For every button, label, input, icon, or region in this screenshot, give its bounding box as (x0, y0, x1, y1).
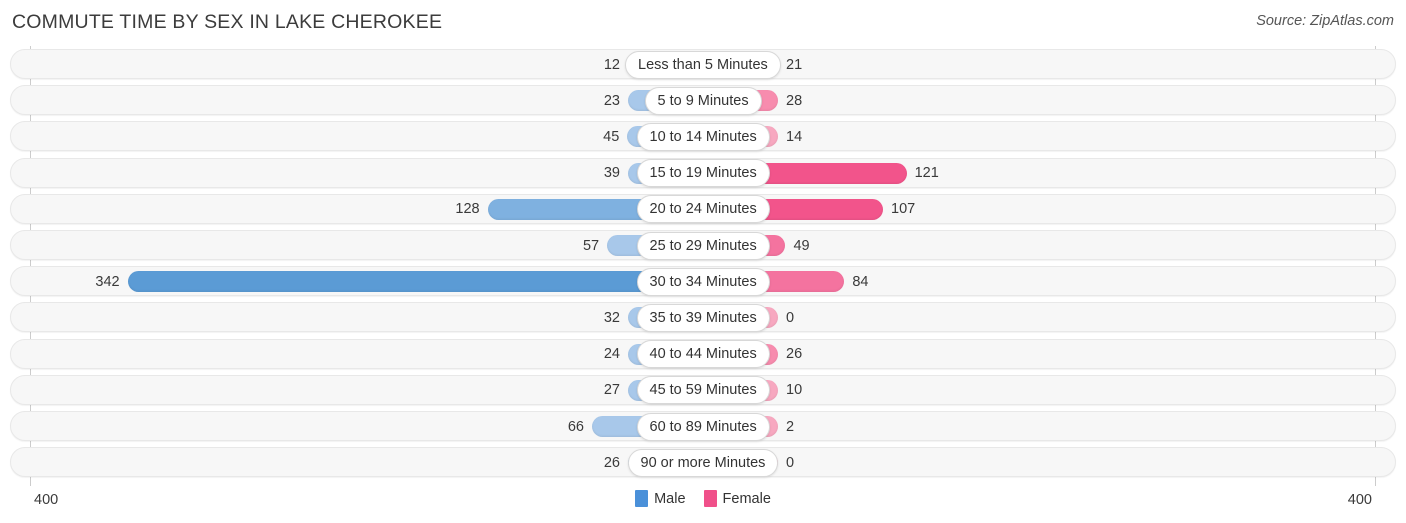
bar-row-category-label: 25 to 29 Minutes (636, 231, 770, 260)
bar-value-female: 2 (786, 418, 795, 435)
legend-label-female: Female (722, 490, 771, 507)
bar-row[interactable]: 23 28 5 to 9 Minutes (0, 82, 1406, 118)
bar-value-male: 26 (603, 454, 620, 471)
bar-value-male: 342 (95, 273, 120, 290)
chart-footer: 400 400 Male Female (0, 486, 1406, 523)
bar-value-female: 84 (852, 273, 869, 290)
bar-row[interactable]: 24 26 40 to 44 Minutes (0, 336, 1406, 372)
bar-row-category-label: 20 to 24 Minutes (636, 195, 770, 224)
bar-value-female: 0 (786, 454, 795, 471)
bar-row-category-label: 45 to 59 Minutes (636, 376, 770, 405)
source-attribution: Source: ZipAtlas.com (1256, 13, 1394, 29)
bar-value-female: 49 (793, 237, 810, 254)
legend-item-male[interactable]: Male (635, 490, 686, 507)
bar-value-male: 27 (603, 382, 620, 399)
legend-swatch-female-icon (703, 490, 717, 507)
bar-row[interactable]: 128 107 20 to 24 Minutes (0, 191, 1406, 227)
bar-row-category-label: 40 to 44 Minutes (636, 340, 770, 369)
bar-value-male: 24 (603, 346, 620, 363)
bar-row-category-label: 35 to 39 Minutes (636, 303, 770, 332)
bar-row[interactable]: 66 2 60 to 89 Minutes (0, 408, 1406, 444)
bar-value-male: 57 (582, 237, 600, 254)
bar-row-category-label: 10 to 14 Minutes (636, 122, 770, 151)
bar-value-male: 66 (567, 418, 584, 435)
bar-row-category-label: 30 to 34 Minutes (636, 267, 770, 296)
chart-legend: Male Female (0, 490, 1406, 507)
bar-row-category-label: 15 to 19 Minutes (636, 159, 770, 188)
bar-row[interactable]: 12 21 Less than 5 Minutes (0, 46, 1406, 82)
bar-value-male: 32 (603, 309, 620, 326)
bar-value-male: 128 (455, 201, 480, 218)
bar-value-female: 26 (786, 346, 803, 363)
bar-row[interactable]: 57 49 25 to 29 Minutes (0, 227, 1406, 263)
bar-row[interactable]: 32 0 35 to 39 Minutes (0, 299, 1406, 335)
bar-value-male: 23 (603, 92, 620, 109)
bar-value-female: 121 (914, 165, 939, 182)
chart-plot-area: 12 21 Less than 5 Minutes 23 28 5 to 9 Minute… (0, 46, 1406, 486)
bar-row[interactable]: 45 14 10 to 14 Minutes (0, 118, 1406, 154)
bar-value-male: 12 (603, 56, 620, 73)
legend-label-male: Male (654, 490, 686, 507)
bar-row-category-label: 5 to 9 Minutes (644, 86, 762, 115)
legend-item-female[interactable]: Female (703, 490, 771, 507)
bar-value-female: 0 (786, 309, 795, 326)
legend-swatch-male-icon (635, 490, 649, 507)
chart-header: COMMUTE TIME BY SEX IN LAKE CHEROKEE Sou… (0, 0, 1406, 46)
bar-male[interactable] (127, 271, 703, 293)
bar-row-category-label: 60 to 89 Minutes (636, 412, 770, 441)
bar-row-category-label: 90 or more Minutes (627, 448, 779, 477)
bar-value-female: 10 (786, 382, 803, 399)
bar-row-category-label: Less than 5 Minutes (625, 50, 781, 79)
bar-row[interactable]: 26 0 90 or more Minutes (0, 444, 1406, 480)
bar-value-male: 39 (603, 165, 620, 182)
bar-value-female: 14 (786, 128, 803, 145)
bar-row[interactable]: 342 84 30 to 34 Minutes (0, 263, 1406, 299)
bar-row[interactable]: 39 121 15 to 19 Minutes (0, 155, 1406, 191)
bar-value-female: 28 (786, 92, 803, 109)
bar-value-male: 45 (603, 128, 620, 145)
bar-value-female: 21 (786, 56, 803, 73)
page-title: COMMUTE TIME BY SEX IN LAKE CHEROKEE (12, 11, 443, 33)
bar-row[interactable]: 27 10 45 to 59 Minutes (0, 372, 1406, 408)
bar-value-female: 107 (891, 201, 916, 218)
